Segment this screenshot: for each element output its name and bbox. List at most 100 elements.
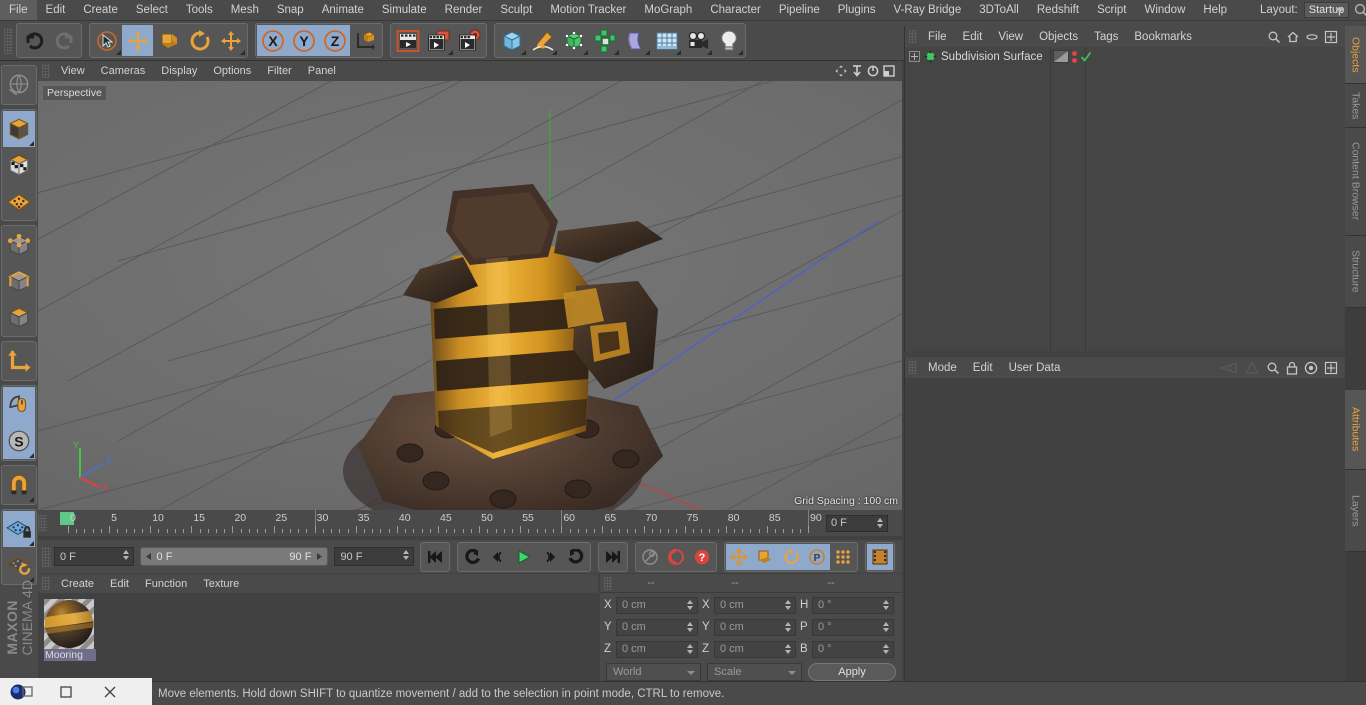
move-alt-icon[interactable] <box>215 25 246 56</box>
generator-nurbs-icon[interactable] <box>558 25 589 56</box>
history-forward-icon[interactable] <box>1244 361 1260 375</box>
material-item[interactable]: Mooring <box>44 599 96 661</box>
stepper-icon[interactable] <box>403 550 410 562</box>
position-z-input[interactable]: 0 cm <box>616 640 698 658</box>
go-to-start-icon[interactable] <box>422 543 448 570</box>
vertical-tab-attributes[interactable]: Attributes <box>1345 390 1366 470</box>
render-to-picture-viewer-icon[interactable] <box>423 25 454 56</box>
vertical-tab-takes[interactable]: Takes <box>1345 84 1366 128</box>
attribute-body[interactable] <box>905 378 1345 681</box>
expand-icon[interactable] <box>909 51 920 62</box>
attribute-grip[interactable] <box>909 361 917 374</box>
material-list[interactable]: Mooring <box>38 593 598 681</box>
end-frame-input[interactable]: 90 F <box>334 547 414 566</box>
stepper-icon[interactable] <box>687 599 694 612</box>
menu-item-script[interactable]: Script <box>1088 0 1135 20</box>
close-icon[interactable] <box>88 678 132 705</box>
step-back-icon[interactable] <box>485 543 511 570</box>
viewport-menu-cameras[interactable]: Cameras <box>93 61 154 81</box>
menu-item-motion-tracker[interactable]: Motion Tracker <box>541 0 635 20</box>
rotate-icon[interactable] <box>184 25 215 56</box>
stepper-icon[interactable] <box>883 621 890 634</box>
parameter-key-icon[interactable]: P <box>804 543 830 570</box>
viewport-menu-filter[interactable]: Filter <box>259 61 299 81</box>
menu-item-v-ray-bridge[interactable]: V-Ray Bridge <box>884 0 970 20</box>
snap-icon[interactable]: S <box>3 423 35 459</box>
home-icon[interactable] <box>1286 30 1300 44</box>
cube-primitive-icon[interactable] <box>496 25 527 56</box>
size-z-input[interactable]: 0 cm <box>714 640 796 658</box>
viewport-menu-options[interactable]: Options <box>205 61 259 81</box>
next-key-icon[interactable] <box>563 543 589 570</box>
menu-item-pipeline[interactable]: Pipeline <box>770 0 829 20</box>
timeline-icon[interactable] <box>867 543 893 570</box>
axis-x-icon[interactable]: X <box>257 25 288 56</box>
keyframe-selection-icon[interactable]: ? <box>689 543 715 570</box>
point-level-animation-icon[interactable] <box>830 543 856 570</box>
stepper-icon[interactable] <box>687 643 694 656</box>
render-settings-icon[interactable] <box>454 25 485 56</box>
menu-item-window[interactable]: Window <box>1135 0 1194 20</box>
target-icon[interactable] <box>1304 361 1318 375</box>
material-menu-create[interactable]: Create <box>53 574 102 594</box>
record-key-icon[interactable] <box>637 543 663 570</box>
vertical-tab-content-browser[interactable]: Content Browser <box>1345 128 1366 236</box>
history-back-icon[interactable] <box>1218 361 1238 375</box>
viewport-grip[interactable] <box>42 64 50 78</box>
go-to-end-icon[interactable] <box>600 543 626 570</box>
menu-item-render[interactable]: Render <box>436 0 492 20</box>
menu-item-edit[interactable]: Edit <box>37 0 75 20</box>
transform-mode-dropdown[interactable]: Scale <box>707 663 802 681</box>
menu-item-snap[interactable]: Snap <box>268 0 313 20</box>
live-selection-icon[interactable] <box>91 25 122 56</box>
dolly-icon[interactable] <box>850 64 864 78</box>
attribute-menu-mode[interactable]: Mode <box>920 358 965 378</box>
object-menu-bookmarks[interactable]: Bookmarks <box>1126 27 1200 47</box>
play-icon[interactable] <box>511 543 537 570</box>
stepper-icon[interactable] <box>687 621 694 634</box>
object-menu-tags[interactable]: Tags <box>1086 27 1126 47</box>
add-icon[interactable] <box>1324 361 1338 375</box>
ellipse-icon[interactable] <box>1305 30 1319 44</box>
rotation-p-input[interactable]: 0 ° <box>812 618 894 636</box>
render-view-icon[interactable] <box>392 25 423 56</box>
viewport-canvas[interactable]: Perspective Grid Spacing : 100 cm Y Z X <box>38 81 902 510</box>
point-mode-icon[interactable] <box>3 227 35 263</box>
viewport-menu-panel[interactable]: Panel <box>300 61 344 81</box>
menu-item-tools[interactable]: Tools <box>177 0 222 20</box>
rotation-key-icon[interactable] <box>778 543 804 570</box>
polygon-mode-icon[interactable] <box>3 299 35 335</box>
preview-range-slider[interactable]: 0 F 90 F <box>139 547 329 566</box>
viewport-menu-view[interactable]: View <box>53 61 93 81</box>
menu-item-simulate[interactable]: Simulate <box>373 0 436 20</box>
vertical-tab-objects[interactable]: Objects <box>1345 26 1366 84</box>
search-icon[interactable] <box>1353 2 1366 19</box>
light-icon[interactable] <box>713 25 744 56</box>
rotate-view-icon[interactable] <box>866 64 880 78</box>
attribute-menu-user-data[interactable]: User Data <box>1001 358 1069 378</box>
edge-mode-icon[interactable] <box>3 263 35 299</box>
environment-floor-icon[interactable] <box>651 25 682 56</box>
rotation-b-input[interactable]: 0 ° <box>812 640 894 658</box>
position-x-input[interactable]: 0 cm <box>616 596 698 614</box>
restore-icon[interactable] <box>44 678 88 705</box>
menu-item-plugins[interactable]: Plugins <box>829 0 885 20</box>
workplane-mode-icon[interactable] <box>3 183 35 219</box>
stepper-icon[interactable] <box>785 621 792 634</box>
model-mode-icon[interactable] <box>3 111 35 147</box>
undo-view-icon[interactable] <box>3 67 35 103</box>
world-coordinates-icon[interactable] <box>350 25 381 56</box>
scale-icon[interactable] <box>153 25 184 56</box>
add-layer-icon[interactable] <box>1324 30 1338 44</box>
lock-icon[interactable] <box>1286 361 1298 375</box>
rotation-h-input[interactable]: 0 ° <box>812 596 894 614</box>
timeline-frame-field[interactable]: 0 F <box>826 514 888 532</box>
material-menu-edit[interactable]: Edit <box>102 574 137 594</box>
magnet-icon[interactable] <box>3 467 35 503</box>
material-menu-function[interactable]: Function <box>137 574 195 594</box>
vertical-tab-layers[interactable]: Layers <box>1345 470 1366 552</box>
menu-item-sculpt[interactable]: Sculpt <box>491 0 541 20</box>
coordinates-grip[interactable] <box>604 576 612 590</box>
material-menu-texture[interactable]: Texture <box>195 574 247 594</box>
axis-y-icon[interactable]: Y <box>288 25 319 56</box>
